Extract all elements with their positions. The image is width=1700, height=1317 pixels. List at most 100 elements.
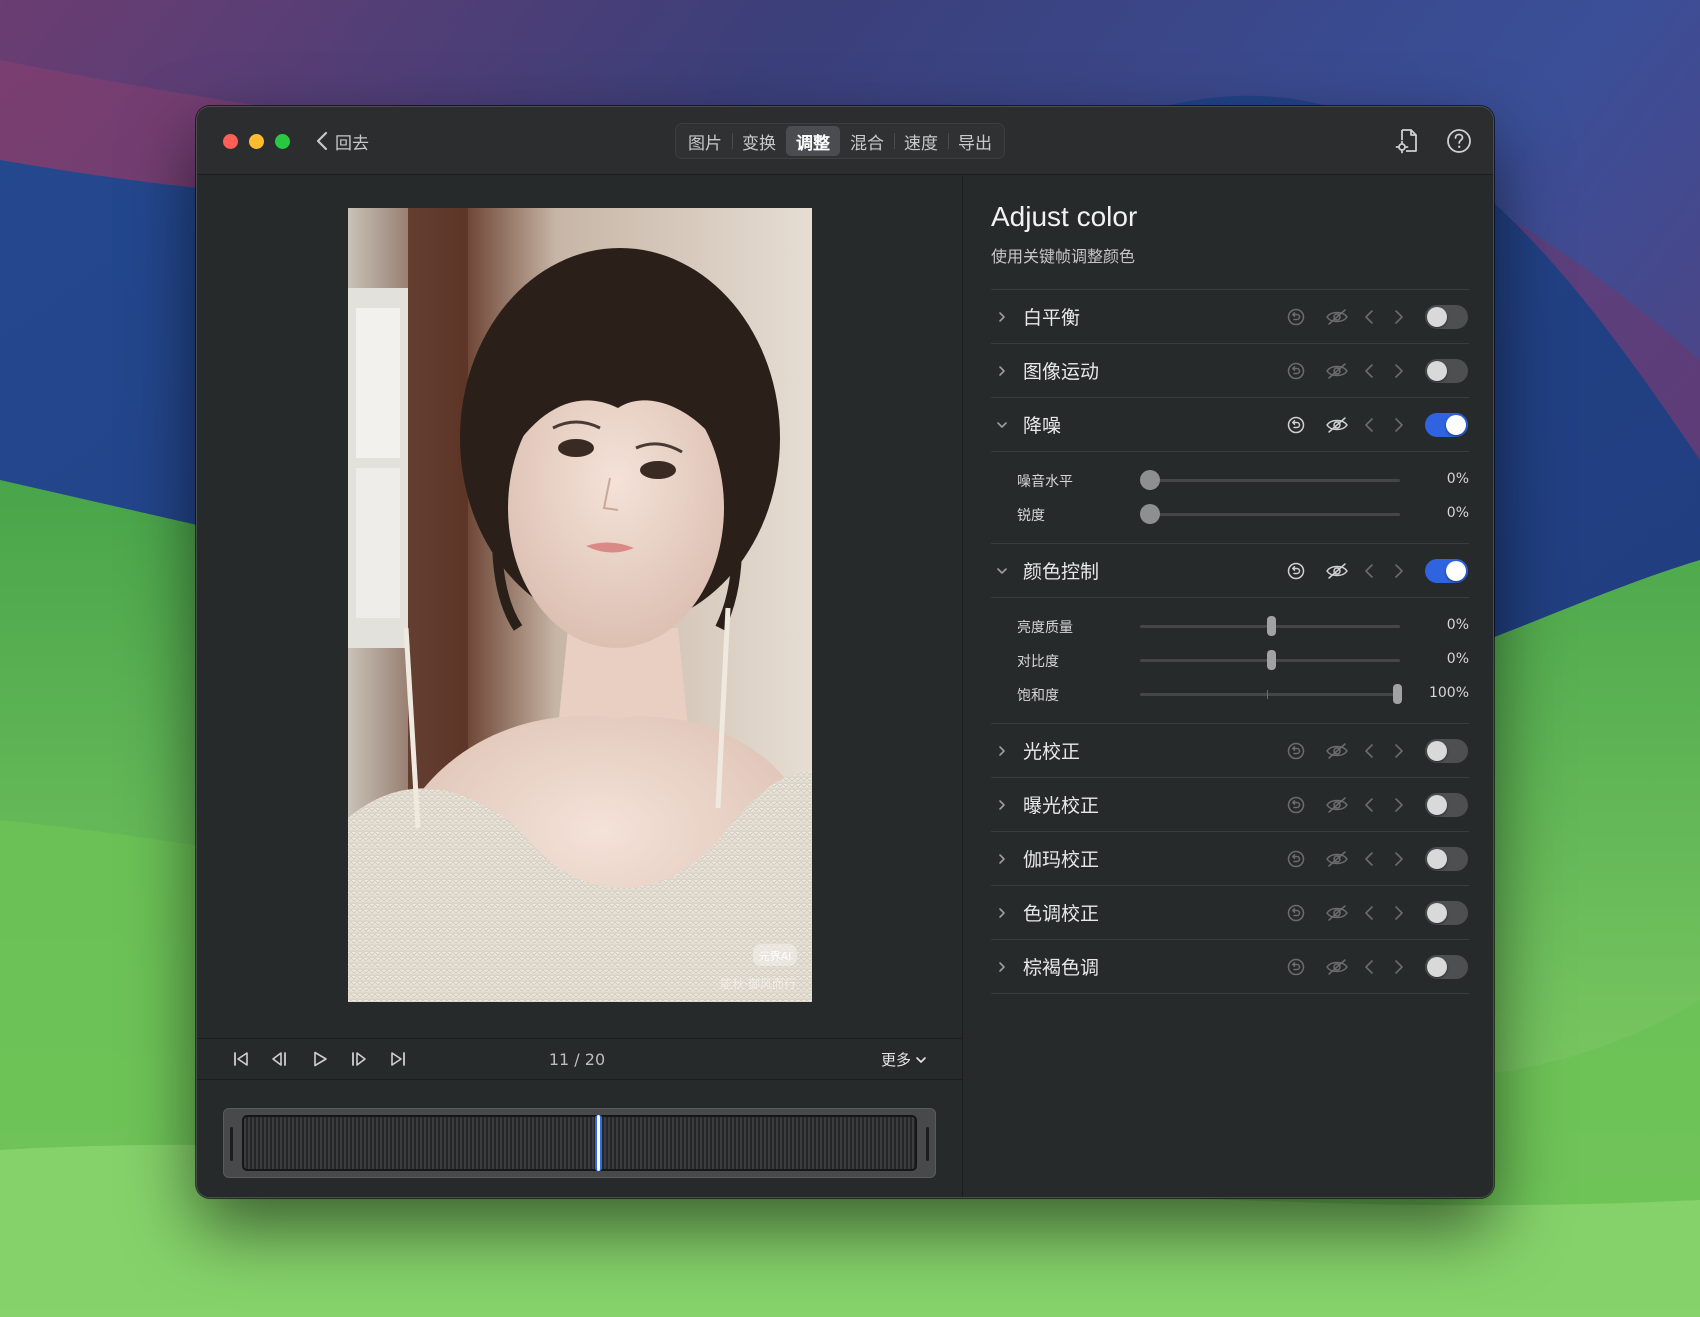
timeline-left-handle[interactable] xyxy=(230,1127,233,1161)
reset-icon[interactable] xyxy=(1286,361,1306,381)
timeline-right-handle[interactable] xyxy=(926,1127,929,1161)
section-exposure-correction[interactable]: 曝光校正 xyxy=(991,777,1469,831)
help-icon[interactable] xyxy=(1445,127,1473,155)
watermark-badge: 元界AI xyxy=(759,950,792,963)
tab-export[interactable]: 导出 xyxy=(948,126,1002,156)
reset-icon[interactable] xyxy=(1286,741,1306,761)
chevron-down-icon[interactable] xyxy=(995,418,1009,432)
prev-keyframe-icon[interactable] xyxy=(1362,957,1376,977)
step-back-icon[interactable] xyxy=(270,1050,288,1068)
frame-timeline[interactable] xyxy=(223,1108,936,1178)
prev-keyframe-icon[interactable] xyxy=(1362,741,1376,761)
section-color-control[interactable]: 颜色控制 xyxy=(991,543,1469,597)
play-icon[interactable] xyxy=(311,1050,329,1068)
section-light-correction[interactable]: 光校正 xyxy=(991,723,1469,777)
slider-value: 0% xyxy=(1446,471,1469,487)
tab-adjust[interactable]: 调整 xyxy=(786,126,840,156)
next-keyframe-icon[interactable] xyxy=(1392,903,1406,923)
next-keyframe-icon[interactable] xyxy=(1392,361,1406,381)
prev-keyframe-icon[interactable] xyxy=(1362,307,1376,327)
slider-row: 锐度 0% xyxy=(991,497,1469,531)
chevron-right-icon[interactable] xyxy=(995,310,1009,324)
visibility-off-icon[interactable] xyxy=(1325,795,1349,815)
prev-keyframe-icon[interactable] xyxy=(1362,849,1376,869)
reset-icon[interactable] xyxy=(1286,561,1306,581)
slider-thumb[interactable] xyxy=(1140,504,1160,524)
slider-value: 100% xyxy=(1428,685,1469,701)
section-sepia-tone[interactable]: 棕褐色调 xyxy=(991,939,1469,993)
close-window-button[interactable] xyxy=(223,134,238,149)
reset-icon[interactable] xyxy=(1286,415,1306,435)
timeline-track[interactable] xyxy=(242,1115,917,1171)
section-noise-reduction[interactable]: 降噪 xyxy=(991,397,1469,451)
section-tone-correction[interactable]: 色调校正 xyxy=(991,885,1469,939)
visibility-off-icon[interactable] xyxy=(1325,903,1349,923)
minimize-window-button[interactable] xyxy=(249,134,264,149)
section-gamma-correction[interactable]: 伽玛校正 xyxy=(991,831,1469,885)
section-toggle[interactable] xyxy=(1425,739,1468,763)
reset-icon[interactable] xyxy=(1286,849,1306,869)
tab-transform[interactable]: 变换 xyxy=(732,126,786,156)
prev-keyframe-icon[interactable] xyxy=(1362,361,1376,381)
chevron-right-icon[interactable] xyxy=(995,960,1009,974)
playback-controls: 11 / 20 更多 xyxy=(197,1038,962,1080)
chevron-right-icon[interactable] xyxy=(995,798,1009,812)
section-toggle[interactable] xyxy=(1425,559,1468,583)
visibility-off-icon[interactable] xyxy=(1325,361,1349,381)
toggle-knob xyxy=(1446,561,1466,581)
next-keyframe-icon[interactable] xyxy=(1392,415,1406,435)
section-image-motion[interactable]: 图像运动 xyxy=(991,343,1469,397)
next-keyframe-icon[interactable] xyxy=(1392,849,1406,869)
section-toggle[interactable] xyxy=(1425,793,1468,817)
section-toggle[interactable] xyxy=(1425,955,1468,979)
slider-thumb[interactable] xyxy=(1393,684,1402,704)
next-keyframe-icon[interactable] xyxy=(1392,561,1406,581)
skip-to-start-icon[interactable] xyxy=(232,1050,250,1068)
prev-keyframe-icon[interactable] xyxy=(1362,903,1376,923)
more-menu-button[interactable]: 更多 xyxy=(881,1049,927,1070)
visibility-off-icon[interactable] xyxy=(1325,307,1349,327)
tab-speed[interactable]: 速度 xyxy=(894,126,948,156)
section-toggle[interactable] xyxy=(1425,305,1468,329)
slider-thumb[interactable] xyxy=(1140,470,1160,490)
next-keyframe-icon[interactable] xyxy=(1392,307,1406,327)
visibility-off-icon[interactable] xyxy=(1325,849,1349,869)
next-keyframe-icon[interactable] xyxy=(1392,741,1406,761)
reset-icon[interactable] xyxy=(1286,795,1306,815)
slider-thumb[interactable] xyxy=(1266,650,1276,670)
prev-keyframe-icon[interactable] xyxy=(1362,415,1376,435)
prev-keyframe-icon[interactable] xyxy=(1362,795,1376,815)
section-white-balance[interactable]: 白平衡 xyxy=(991,289,1469,343)
zoom-window-button[interactable] xyxy=(275,134,290,149)
reset-icon[interactable] xyxy=(1286,307,1306,327)
reset-icon[interactable] xyxy=(1286,903,1306,923)
prev-keyframe-icon[interactable] xyxy=(1362,561,1376,581)
visibility-off-icon[interactable] xyxy=(1325,561,1349,581)
slider-track[interactable] xyxy=(1140,479,1400,482)
chevron-down-icon[interactable] xyxy=(995,564,1009,578)
slider-track[interactable] xyxy=(1140,513,1400,516)
chevron-right-icon[interactable] xyxy=(995,906,1009,920)
next-keyframe-icon[interactable] xyxy=(1392,957,1406,977)
section-toggle[interactable] xyxy=(1425,901,1468,925)
skip-to-end-icon[interactable] xyxy=(389,1050,407,1068)
visibility-off-icon[interactable] xyxy=(1325,957,1349,977)
timeline-playhead[interactable] xyxy=(595,1115,602,1171)
tab-blend[interactable]: 混合 xyxy=(840,126,894,156)
section-toggle[interactable] xyxy=(1425,413,1468,437)
next-keyframe-icon[interactable] xyxy=(1392,795,1406,815)
back-button[interactable]: 回去 xyxy=(315,125,369,157)
step-forward-icon[interactable] xyxy=(350,1050,368,1068)
reset-icon[interactable] xyxy=(1286,957,1306,977)
section-toggle[interactable] xyxy=(1425,847,1468,871)
tab-image[interactable]: 图片 xyxy=(678,126,732,156)
slider-thumb[interactable] xyxy=(1266,616,1276,636)
visibility-off-icon[interactable] xyxy=(1325,415,1349,435)
file-settings-icon[interactable] xyxy=(1394,127,1422,155)
chevron-right-icon[interactable] xyxy=(995,364,1009,378)
section-toggle[interactable] xyxy=(1425,359,1468,383)
slider-track[interactable] xyxy=(1140,693,1400,696)
chevron-right-icon[interactable] xyxy=(995,744,1009,758)
chevron-right-icon[interactable] xyxy=(995,852,1009,866)
visibility-off-icon[interactable] xyxy=(1325,741,1349,761)
